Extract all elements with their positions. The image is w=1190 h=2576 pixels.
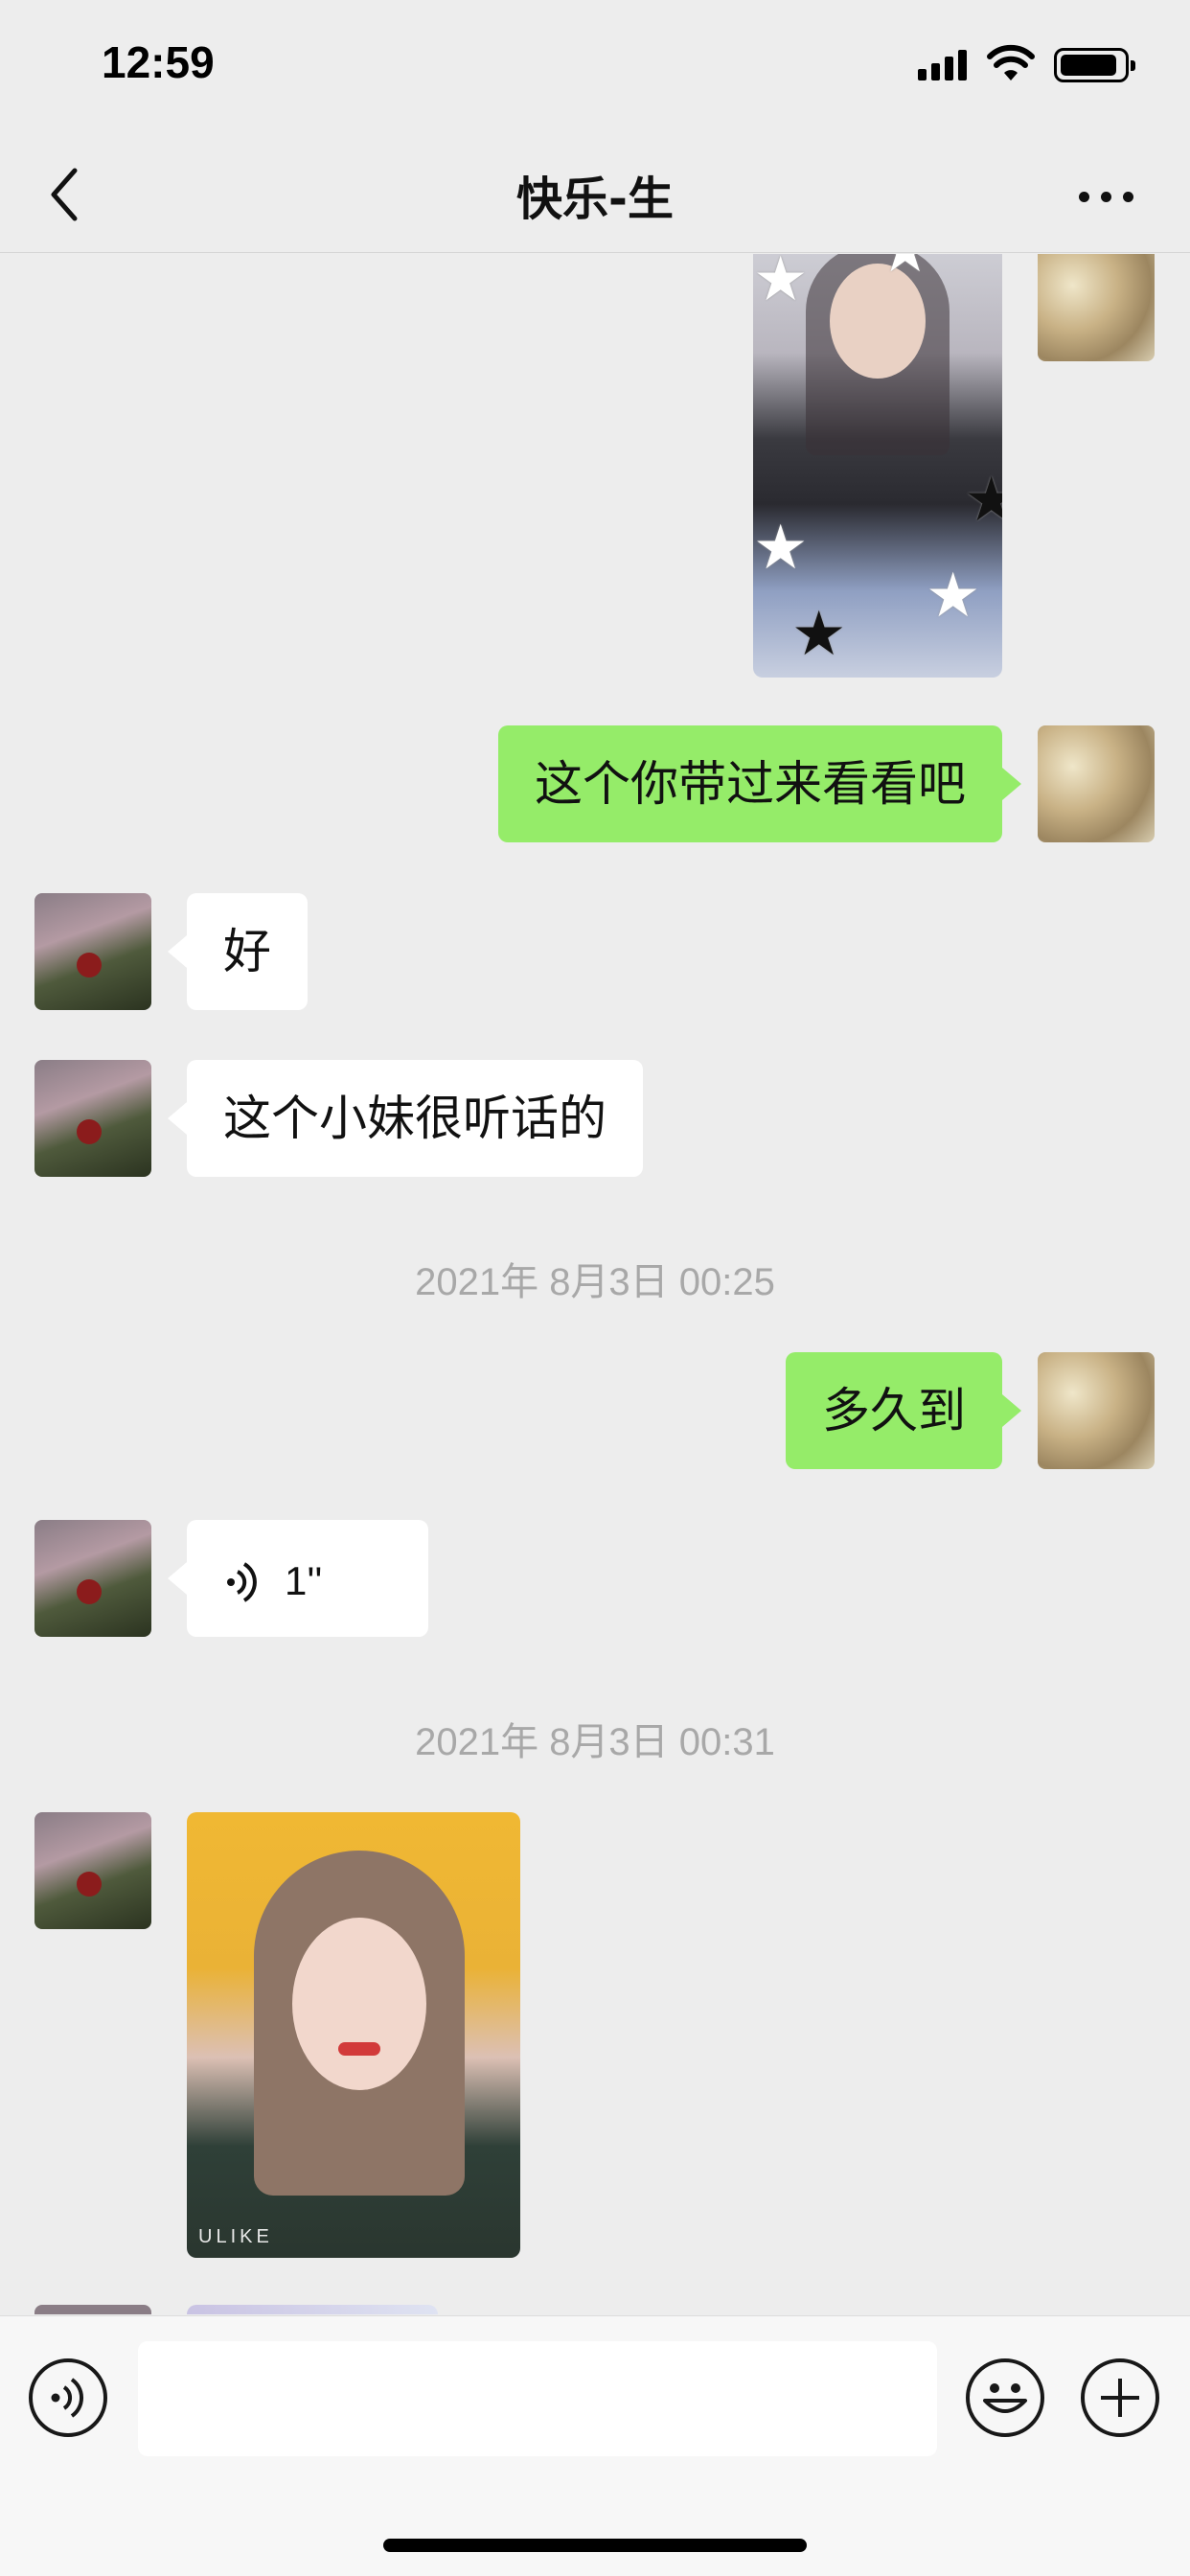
message-text: 这个小妹很听话的 [223,1091,606,1146]
received-photo[interactable]: ULIKE [187,1812,520,2258]
sent-photo[interactable]: ★ ★ ★ ★ ★ ★ [753,254,1002,678]
sent-message-bubble[interactable]: 多久到 [786,1352,1021,1469]
message-text: 这个你带过来看看吧 [535,756,966,812]
chat-message-list[interactable]: ★ ★ ★ ★ ★ ★ 这个你带过来看看吧 好 这个小妹很听话的 2021年 8… [0,254,1190,2314]
received-photo[interactable] [187,2305,438,2314]
voice-icon[interactable] [29,2358,107,2437]
plus-icon[interactable] [1081,2358,1159,2437]
photo-watermark: ULIKE [198,2226,273,2247]
message-input[interactable] [138,2341,937,2456]
my-avatar[interactable] [1038,725,1155,842]
emoji-icon[interactable] [966,2358,1044,2437]
voice-duration: 1'' [285,1558,323,1603]
contact-avatar[interactable] [34,1060,151,1177]
message-text: 多久到 [822,1383,966,1438]
battery-icon [1054,48,1135,82]
my-avatar[interactable] [1038,254,1155,361]
contact-avatar[interactable] [34,1520,151,1637]
contact-avatar[interactable] [34,893,151,1010]
navigation-bar: 快乐-生 [0,134,1190,253]
status-bar: 12:59 [0,0,1190,134]
input-bar [0,2315,1190,2576]
received-message-bubble[interactable]: 这个小妹很听话的 [168,1060,643,1177]
voice-message-bubble[interactable]: 1'' [168,1520,428,1637]
message-timestamp: 2021年 8月3日 00:25 [415,1261,775,1303]
chat-title: 快乐-生 [516,172,674,226]
sent-message-bubble[interactable]: 这个你带过来看看吧 [498,725,1021,842]
my-avatar[interactable] [1038,1352,1155,1469]
cellular-signal-icon [918,50,968,80]
home-indicator[interactable] [383,2539,807,2552]
contact-avatar[interactable] [34,1812,151,1929]
contact-avatar[interactable] [34,2305,151,2314]
message-text: 好 [223,924,271,979]
received-message-bubble[interactable]: 好 [168,893,308,1010]
voice-wave-icon [227,1561,257,1602]
more-dots-icon[interactable] [1073,184,1140,207]
status-time: 12:59 [102,37,215,87]
wifi-icon [987,44,1035,80]
message-timestamp: 2021年 8月3日 00:31 [415,1721,775,1763]
